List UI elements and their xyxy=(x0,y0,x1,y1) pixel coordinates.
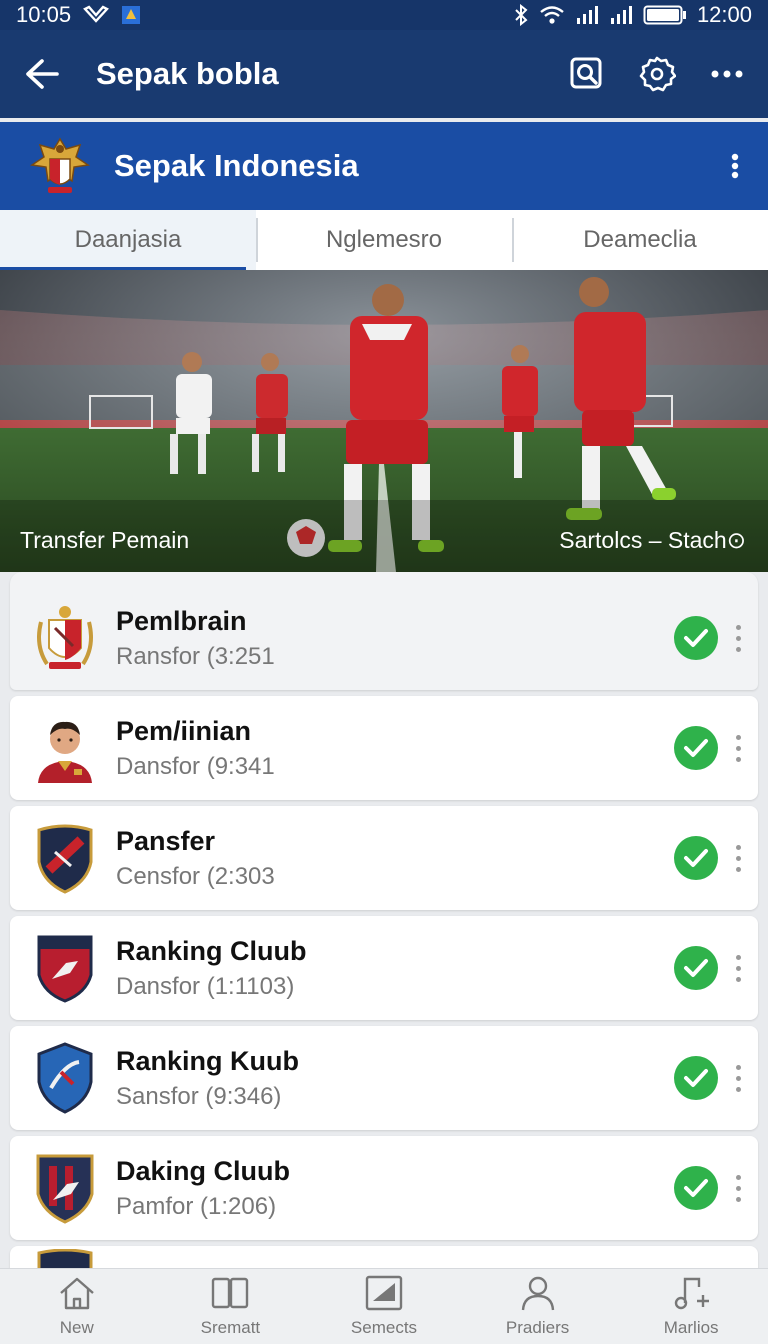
hero-banner[interactable]: Transfer Pemain Sartolcs – Stach⊙ xyxy=(0,270,768,572)
home-icon xyxy=(57,1275,97,1316)
nav-label: Marlios xyxy=(663,1318,719,1337)
status-time-left: 10:05 xyxy=(16,2,72,27)
item-subtitle: Pamfor (1:206) xyxy=(116,1192,277,1220)
list-item[interactable]: Ranking Cluub Dansfor (1:1103) xyxy=(10,916,758,1020)
status-bar: 10:05 12:00 xyxy=(0,0,768,30)
club-crest-icon xyxy=(30,933,100,1003)
list-item[interactable]: Pem/iinian Dansfor (9:341 xyxy=(10,696,758,800)
back-arrow-icon[interactable] xyxy=(24,58,60,90)
item-title: Ranking Kuub xyxy=(116,1045,299,1076)
book-icon xyxy=(210,1275,250,1316)
check-icon xyxy=(674,946,718,990)
gear-icon[interactable] xyxy=(638,55,676,93)
item-title: Pemlbrain xyxy=(116,605,247,636)
more-vertical-icon[interactable] xyxy=(732,844,744,872)
club-crest-icon xyxy=(30,1042,100,1114)
bluetooth-icon xyxy=(513,4,529,26)
item-subtitle: Sansfor (9:346) xyxy=(116,1082,282,1110)
tab-daanjasia[interactable]: Daanjasia xyxy=(0,210,256,270)
item-subtitle: Censfor (2:303 xyxy=(116,862,275,890)
music-icon xyxy=(671,1275,711,1316)
more-vertical-icon[interactable] xyxy=(732,734,744,762)
player-portrait-avatar xyxy=(30,713,100,783)
transfer-list: Pemlbrain Ransfor (3:251 Pem/iinian Dans… xyxy=(10,572,758,1292)
item-title: Pem/iinian xyxy=(116,715,252,746)
list-item[interactable]: Pansfer Censfor (2:303 xyxy=(10,806,758,910)
tab-deameclia[interactable]: Deameclia xyxy=(512,210,768,270)
status-time-right: 12:00 xyxy=(696,2,752,27)
signal-icon-2 xyxy=(609,5,633,25)
list-item[interactable]: Ranking Kuub Sansfor (9:346) xyxy=(10,1026,758,1130)
battery-icon xyxy=(643,4,687,26)
media-icon xyxy=(364,1275,404,1316)
more-vertical-icon[interactable] xyxy=(732,1174,744,1202)
nav-label: Pradiers xyxy=(505,1318,570,1337)
item-subtitle: Dansfor (9:341 xyxy=(116,752,275,780)
nav-pradiers[interactable]: Pradiers xyxy=(461,1269,615,1344)
check-icon xyxy=(674,836,718,880)
app-title: Sepak bobla xyxy=(96,56,279,91)
app-bar: Sepak bobla xyxy=(0,30,768,118)
signal-icon-1 xyxy=(575,5,599,25)
check-icon xyxy=(674,726,718,770)
nav-label: Semects xyxy=(350,1318,418,1337)
nav-semects[interactable]: Semects xyxy=(307,1269,461,1344)
item-title: Daking Cluub xyxy=(116,1155,290,1186)
item-title: Ranking Cluub xyxy=(116,935,307,966)
hero-caption-right: Sartolcs – Stach⊙ xyxy=(559,527,746,553)
person-icon xyxy=(518,1275,558,1316)
tab-nglemesro[interactable]: Nglemesro xyxy=(256,210,512,270)
nav-srematt[interactable]: Srematt xyxy=(154,1269,308,1344)
list-item[interactable]: Pemlbrain Ransfor (3:251 xyxy=(10,572,758,690)
nav-new[interactable]: New xyxy=(0,1269,154,1344)
item-subtitle: Dansfor (1:1103) xyxy=(116,972,295,1000)
wifi-icon xyxy=(539,5,565,25)
nav-label: New xyxy=(59,1318,94,1337)
league-crest-logo xyxy=(28,135,92,197)
item-subtitle: Ransfor (3:251 xyxy=(116,642,275,670)
item-title: Pansfer xyxy=(116,825,216,856)
more-horizontal-icon[interactable] xyxy=(710,69,744,79)
check-icon xyxy=(674,1056,718,1100)
club-crest-icon xyxy=(30,1153,100,1224)
search-icon[interactable] xyxy=(570,57,604,91)
club-crest-icon xyxy=(30,823,100,894)
check-icon xyxy=(674,1166,718,1210)
more-vertical-icon[interactable] xyxy=(730,152,740,180)
hero-caption-left: Transfer Pemain xyxy=(20,527,190,553)
vpn-check-icon xyxy=(83,5,110,25)
bottom-navigation: New Srematt Semects Pradiers Marlios xyxy=(0,1268,768,1344)
nav-marlios[interactable]: Marlios xyxy=(614,1269,768,1344)
list-item[interactable]: Daking Cluub Pamfor (1:206) xyxy=(10,1136,758,1240)
tab-bar: Daanjasia Nglemesro Deameclia xyxy=(0,210,768,270)
league-name: Sepak Indonesia xyxy=(114,148,359,183)
club-crest-icon xyxy=(30,603,100,673)
more-vertical-icon[interactable] xyxy=(732,624,744,652)
notification-icon xyxy=(121,5,141,25)
more-vertical-icon[interactable] xyxy=(732,954,744,982)
screen: 10:05 12:00 Sepak bobla Sepak Indonesia … xyxy=(0,0,768,1344)
league-header: Sepak Indonesia xyxy=(0,122,768,210)
check-icon xyxy=(674,616,718,660)
more-vertical-icon[interactable] xyxy=(732,1064,744,1092)
nav-label: Srematt xyxy=(200,1318,261,1337)
